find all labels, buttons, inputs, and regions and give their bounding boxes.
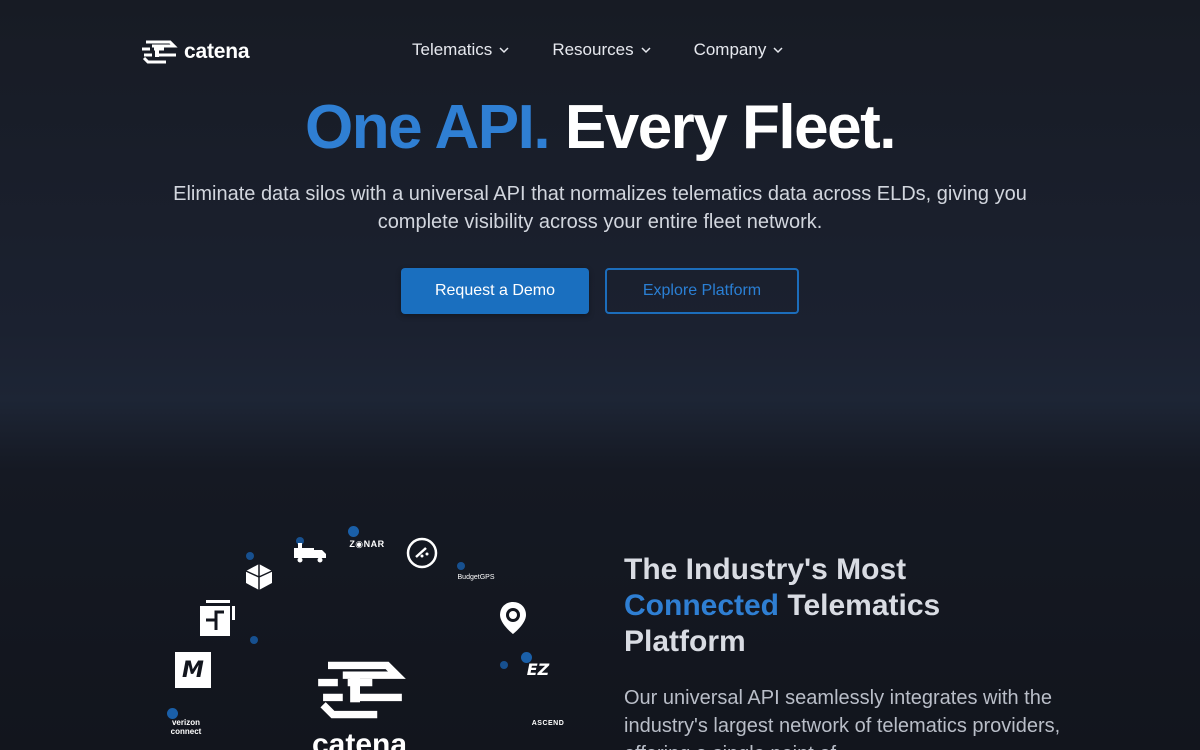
- location-pin-partner-logo: [498, 600, 528, 636]
- chevron-down-icon: [499, 47, 509, 54]
- brand-name: catena: [184, 40, 250, 63]
- motive-partner-logo: M: [175, 652, 211, 688]
- nav-resources-label: Resources: [552, 40, 634, 59]
- main-menu: Telematics Resources Company: [412, 40, 784, 60]
- gauge-partner-logo: [406, 537, 438, 569]
- catena-logo[interactable]: catena: [140, 38, 250, 66]
- catena-center-logo: [312, 658, 408, 727]
- ascend-partner-logo: ASCEND: [531, 719, 565, 727]
- connection-dot: [500, 661, 508, 669]
- gauge-icon: [406, 537, 438, 569]
- section-title-part1: The Industry's Most: [624, 553, 907, 586]
- explore-platform-button[interactable]: Explore Platform: [605, 268, 799, 314]
- connection-dot: [246, 552, 254, 560]
- truck-partner-logo: [292, 540, 328, 564]
- catena-logo-mark-icon: [142, 40, 178, 64]
- catena-logo-mark-icon: [318, 661, 406, 719]
- verizon-line2: connect: [170, 727, 202, 736]
- hero-title: One API. Every Fleet.: [0, 92, 1200, 163]
- catena-center-wordmark: catena: [312, 728, 408, 750]
- ez-partner-logo: EZ: [526, 659, 550, 679]
- truck-icon: [294, 543, 326, 563]
- integration-graphic: Z◉NAR BudgetGPS M EZ verizon connect ASC…: [150, 500, 590, 750]
- chevron-down-icon: [641, 47, 651, 54]
- location-pin-icon: [500, 602, 526, 634]
- connection-dot: [348, 526, 359, 537]
- grid-logo-icon: [200, 600, 235, 636]
- section-body: Our universal API seamlessly integrates …: [624, 687, 1061, 750]
- nav-company[interactable]: Company: [694, 40, 785, 60]
- nav-company-label: Company: [693, 40, 767, 59]
- grid-partner-logo: [200, 600, 236, 636]
- section-title-accent: Connected: [624, 589, 780, 622]
- cube-partner-logo: [244, 562, 274, 592]
- hero-title-rest: Every Fleet.: [564, 93, 897, 162]
- top-navigation: catena Telematics Resources Company: [0, 0, 1200, 100]
- request-demo-button[interactable]: Request a Demo: [401, 268, 589, 314]
- zonar-partner-logo: Z◉NAR: [349, 538, 385, 549]
- verizon-connect-partner-logo: verizon connect: [166, 716, 206, 738]
- section-title: The Industry's Most Connected Telematics…: [624, 552, 1044, 660]
- nav-telematics-label: Telematics: [412, 40, 493, 59]
- budgetgps-partner-logo: BudgetGPS: [457, 573, 495, 581]
- connection-dot: [250, 636, 258, 644]
- cube-icon: [245, 564, 273, 590]
- connection-dot: [457, 562, 465, 570]
- nav-telematics[interactable]: Telematics: [412, 40, 510, 60]
- hero-title-accent: One API.: [305, 93, 551, 162]
- nav-resources[interactable]: Resources: [552, 40, 651, 60]
- verizon-line1: verizon: [171, 718, 200, 727]
- hero-subtitle: Eliminate data silos with a universal AP…: [173, 183, 1027, 233]
- chevron-down-icon: [773, 47, 783, 54]
